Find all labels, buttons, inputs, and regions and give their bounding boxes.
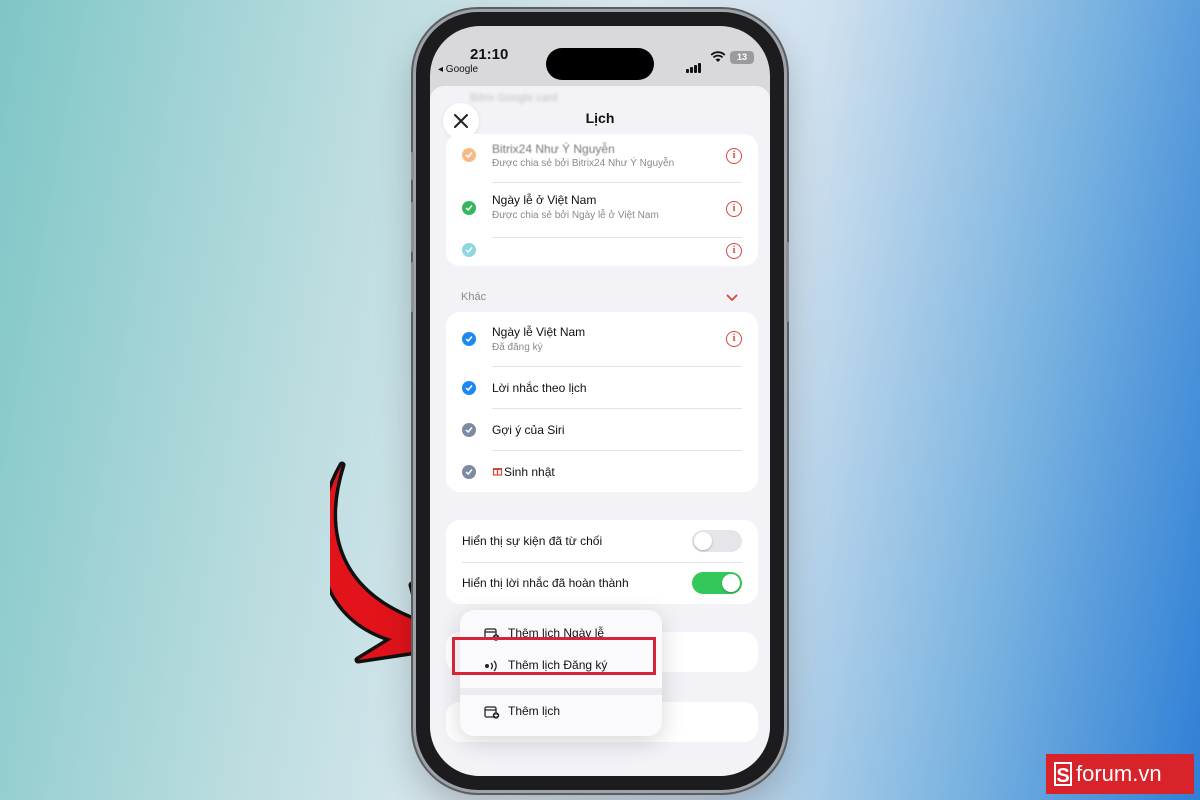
menu-separator (460, 688, 662, 695)
battery-indicator: 13 (730, 51, 754, 64)
calendar-row[interactable]: Ngày lễ Việt Nam Đã đăng ký i (446, 312, 758, 366)
toggle-label: Hiển thị lời nhắc đã hoàn thành (462, 576, 629, 590)
wifi-icon (710, 51, 726, 62)
check-icon[interactable] (462, 148, 476, 162)
check-icon[interactable] (462, 465, 476, 479)
back-to-app-link[interactable]: ◂ Google (438, 64, 478, 75)
show-completed-reminders-toggle[interactable] (692, 572, 742, 594)
calendar-title: Lời nhắc theo lịch (492, 381, 587, 395)
action-button (411, 152, 414, 180)
calendar-title: Ngày lễ ở Việt Nam (492, 193, 597, 207)
check-icon[interactable] (462, 201, 476, 215)
highlight-box (452, 637, 656, 675)
gift-icon (492, 468, 503, 476)
section-header-other: Khác (461, 291, 487, 303)
volume-up-button (411, 202, 414, 252)
info-icon[interactable]: i (726, 148, 742, 164)
toggle-label: Hiển thị sự kiện đã từ chối (462, 534, 603, 548)
calendar-subtitle: Được chia sẻ bởi Ngày lễ ở Việt Nam (492, 210, 659, 221)
status-bar: 21:10 ◂ Google 13 (430, 26, 770, 80)
sheet-title: Lịch (585, 110, 615, 126)
logo-letter: S (1054, 762, 1072, 787)
calendar-row[interactable]: Gợi ý của Siri (446, 409, 758, 450)
calendar-row[interactable]: i (446, 238, 758, 266)
info-icon[interactable]: i (726, 243, 742, 259)
display-options-card: Hiển thị sự kiện đã từ chối Hiển thị lời… (446, 520, 758, 604)
check-icon[interactable] (462, 381, 476, 395)
menu-item-label: Thêm lịch (508, 704, 561, 718)
status-time: 21:10 (470, 46, 509, 63)
calendar-row[interactable]: Sinh nhật (446, 451, 758, 492)
calendar-row[interactable]: Bitrix24 Như Ý Nguyễn Được chia sẻ bởi B… (446, 134, 758, 182)
volume-down-button (411, 262, 414, 312)
calendar-title: Gợi ý của Siri (492, 423, 565, 437)
dynamic-island (546, 48, 654, 80)
calendar-title: Bitrix24 Như Ý Nguyễn (492, 142, 615, 156)
calendar-row[interactable]: Lời nhắc theo lịch (446, 367, 758, 408)
menu-item-add-calendar[interactable]: Thêm lịch (460, 696, 662, 728)
calendar-subtitle: Đã đăng ký (492, 342, 543, 353)
chevron-down-icon[interactable] (726, 294, 738, 302)
check-icon[interactable] (462, 243, 476, 257)
calendar-subtitle: Được chia sẻ bởi Bitrix24 Như Ý Nguyễn (492, 158, 675, 169)
check-icon[interactable] (462, 423, 476, 437)
logo-text: forum.vn (1076, 761, 1162, 786)
calendar-row[interactable]: Ngày lễ ở Việt Nam Được chia sẻ bởi Ngày… (446, 183, 758, 237)
calendar-title: Sinh nhật (504, 465, 555, 479)
power-button (786, 242, 789, 322)
cellular-signal-icon (686, 55, 702, 73)
sforum-logo: S forum.vn (1046, 754, 1194, 794)
shared-calendars-card: Bitrix24 Như Ý Nguyễn Được chia sẻ bởi B… (446, 134, 758, 266)
check-icon[interactable] (462, 332, 476, 346)
info-icon[interactable]: i (726, 331, 742, 347)
toggle-row: Hiển thị sự kiện đã từ chối (446, 520, 758, 562)
other-calendars-card: Ngày lễ Việt Nam Đã đăng ký i Lời nhắc t… (446, 312, 758, 492)
calendar-add-icon (484, 706, 500, 719)
toggle-row: Hiển thị lời nhắc đã hoàn thành (446, 563, 758, 604)
calendar-title: Ngày lễ Việt Nam (492, 325, 586, 339)
show-declined-toggle[interactable] (692, 530, 742, 552)
background-ghost-text: Bitrix Google card (470, 92, 558, 104)
info-icon[interactable]: i (726, 201, 742, 217)
